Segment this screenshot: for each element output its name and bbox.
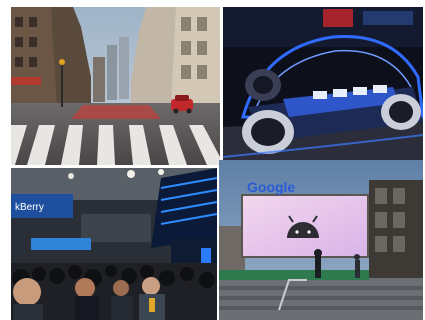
photo-vehicle-exhibit	[223, 7, 423, 165]
booth-sign-text: kBerry	[15, 202, 44, 213]
photo-expo-floor: kBerry	[11, 168, 217, 320]
photo-google-billboard: Google	[219, 160, 423, 320]
google-logo-text: Google	[247, 179, 295, 195]
photo-city-street	[11, 7, 220, 165]
